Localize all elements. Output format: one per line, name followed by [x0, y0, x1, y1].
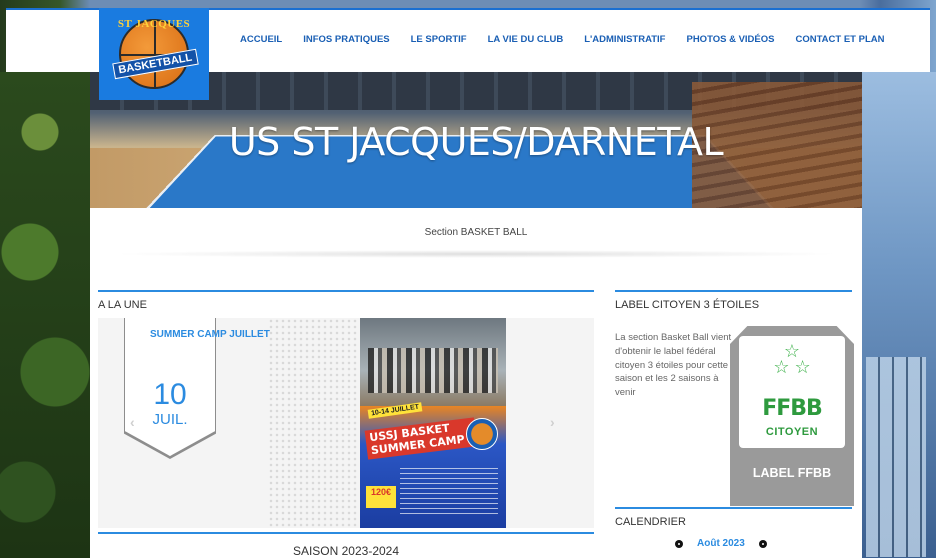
saison-heading: SAISON 2023-2024 [98, 532, 594, 558]
slider-next-icon[interactable]: › [550, 414, 555, 430]
ffbb-word: FFBB [762, 396, 823, 421]
event-day: 10 [153, 378, 187, 411]
nav-item-contact-plan[interactable]: CONTACT ET PLAN [795, 34, 884, 45]
calendrier-heading: CALENDRIER [615, 507, 852, 528]
next-month-icon[interactable] [758, 539, 767, 548]
nav-item-le-sportif[interactable]: LE SPORTIF [411, 34, 467, 45]
club-logo[interactable]: ST JACQUES BASKETBALL [99, 8, 209, 100]
label-citoyen-heading: LABEL CITOYEN 3 ÉTOILES [615, 290, 852, 311]
nav-item-administratif[interactable]: L'ADMINISTRATIF [584, 34, 665, 45]
summer-camp-poster[interactable]: 10-14 JUILLET USSJ BASKET SUMMER CAMP 12… [360, 318, 506, 528]
poster-title: USSJ BASKET SUMMER CAMP [364, 417, 478, 460]
background-building [860, 72, 936, 558]
nav-item-infos-pratiques[interactable]: INFOS PRATIQUES [303, 34, 389, 45]
nav-item-vie-du-club[interactable]: LA VIE DU CLUB [488, 34, 564, 45]
calendar-nav: Août 2023 [675, 538, 767, 549]
nav-item-photos-videos[interactable]: PHOTOS & VIDÉOS [686, 34, 774, 45]
news-slider[interactable]: SUMMER CAMP JUILLET 10 JUIL. ‹ › 10-14 J… [98, 318, 594, 528]
slider-prev-icon[interactable]: ‹ [130, 414, 135, 430]
a-la-une-heading: A LA UNE [98, 290, 594, 311]
ffbb-citoyen: CITOYEN [765, 426, 819, 438]
background-trees [0, 72, 92, 558]
nav-item-accueil[interactable]: ACCUEIL [240, 34, 282, 45]
event-month: JUIL. [152, 411, 188, 428]
main-nav: ACCUEIL INFOS PRATIQUES LE SPORTIF LA VI… [240, 34, 905, 45]
site-subtitle: Section BASKET BALL [424, 227, 528, 238]
poster-price: 120€ [366, 486, 396, 508]
prev-month-icon[interactable] [675, 539, 683, 548]
ffbb-label-text: LABEL FFBB [752, 466, 832, 480]
label-citoyen-text: La section Basket Ball vient d'obtenir l… [615, 332, 732, 399]
logo-top-text: ST JACQUES [117, 18, 191, 30]
three-stars-icon: ☆ ☆ ☆ [773, 341, 811, 377]
poster-club-logo [466, 418, 498, 450]
hero-title: US ST JACQUES/DARNETAL [228, 120, 724, 164]
calendar-month: Août 2023 [697, 538, 745, 549]
event-title-link[interactable]: SUMMER CAMP JUILLET [150, 329, 270, 340]
main-content: Section BASKET BALL A LA UNE SUMMER CAMP… [90, 208, 862, 558]
